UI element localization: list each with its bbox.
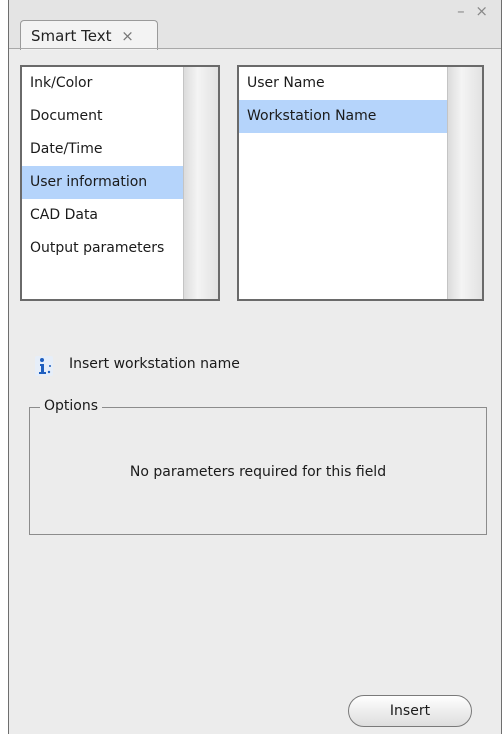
close-icon[interactable]: × <box>475 2 491 20</box>
tab-divider <box>9 48 501 49</box>
field-list[interactable]: User Name Workstation Name <box>237 65 484 301</box>
category-scrollbar[interactable] <box>183 67 218 299</box>
insert-button[interactable]: Insert <box>348 695 472 727</box>
field-item-workstation-name[interactable]: Workstation Name <box>239 100 448 133</box>
left-margin <box>0 0 8 734</box>
hint-text: Insert workstation name <box>69 356 240 372</box>
tab-close-icon[interactable]: × <box>121 27 134 45</box>
category-item-cad-data[interactable]: CAD Data <box>22 199 184 232</box>
window-controls: – × <box>457 2 491 20</box>
options-message: No parameters required for this field <box>129 464 387 480</box>
category-item-output-parameters[interactable]: Output parameters <box>22 232 184 265</box>
category-item-date-time[interactable]: Date/Time <box>22 133 184 166</box>
field-item-user-name[interactable]: User Name <box>239 67 448 100</box>
info-icon <box>35 356 53 376</box>
category-list[interactable]: Ink/Color Document Date/Time User inform… <box>20 65 220 301</box>
category-item-ink-color[interactable]: Ink/Color <box>22 67 184 100</box>
tab-smart-text[interactable]: Smart Text × <box>20 20 158 50</box>
tab-label: Smart Text <box>31 27 112 45</box>
minimize-icon[interactable]: – <box>457 2 468 20</box>
category-item-user-information[interactable]: User information <box>22 166 184 199</box>
panel-tab-bar: Smart Text × – × <box>9 0 501 50</box>
options-legend: Options <box>40 398 103 414</box>
field-items: User Name Workstation Name <box>239 67 448 299</box>
options-group: Options No parameters required for this … <box>29 398 487 535</box>
field-scrollbar[interactable] <box>447 67 482 299</box>
smart-text-panel: Smart Text × – × Ink/Color Document Date… <box>8 0 502 734</box>
category-items: Ink/Color Document Date/Time User inform… <box>22 67 184 299</box>
category-item-document[interactable]: Document <box>22 100 184 133</box>
